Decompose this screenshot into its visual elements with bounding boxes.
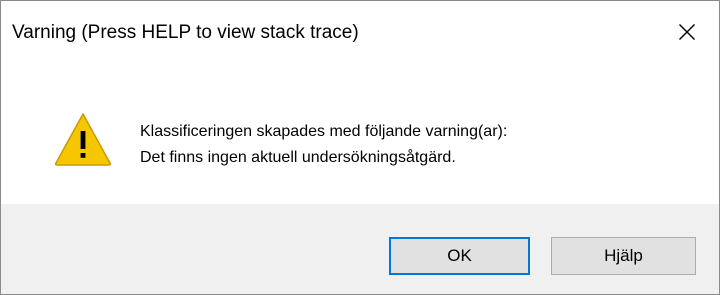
warning-icon	[53, 111, 113, 167]
button-bar: OK Hjälp	[1, 204, 719, 294]
warning-message: Klassificeringen skapades med följande v…	[140, 119, 507, 171]
warning-dialog: Varning (Press HELP to view stack trace)…	[0, 0, 720, 295]
message-area: Klassificeringen skapades med följande v…	[1, 63, 719, 204]
message-line-2: Det finns ingen aktuell undersökningsåtg…	[140, 149, 456, 166]
message-line-1: Klassificeringen skapades med följande v…	[140, 123, 508, 140]
title-bar[interactable]: Varning (Press HELP to view stack trace)	[1, 1, 719, 63]
help-button[interactable]: Hjälp	[551, 237, 696, 275]
dialog-title: Varning (Press HELP to view stack trace)	[12, 22, 359, 43]
ok-button[interactable]: OK	[389, 237, 530, 275]
close-button[interactable]	[655, 1, 719, 63]
close-icon	[678, 23, 696, 41]
